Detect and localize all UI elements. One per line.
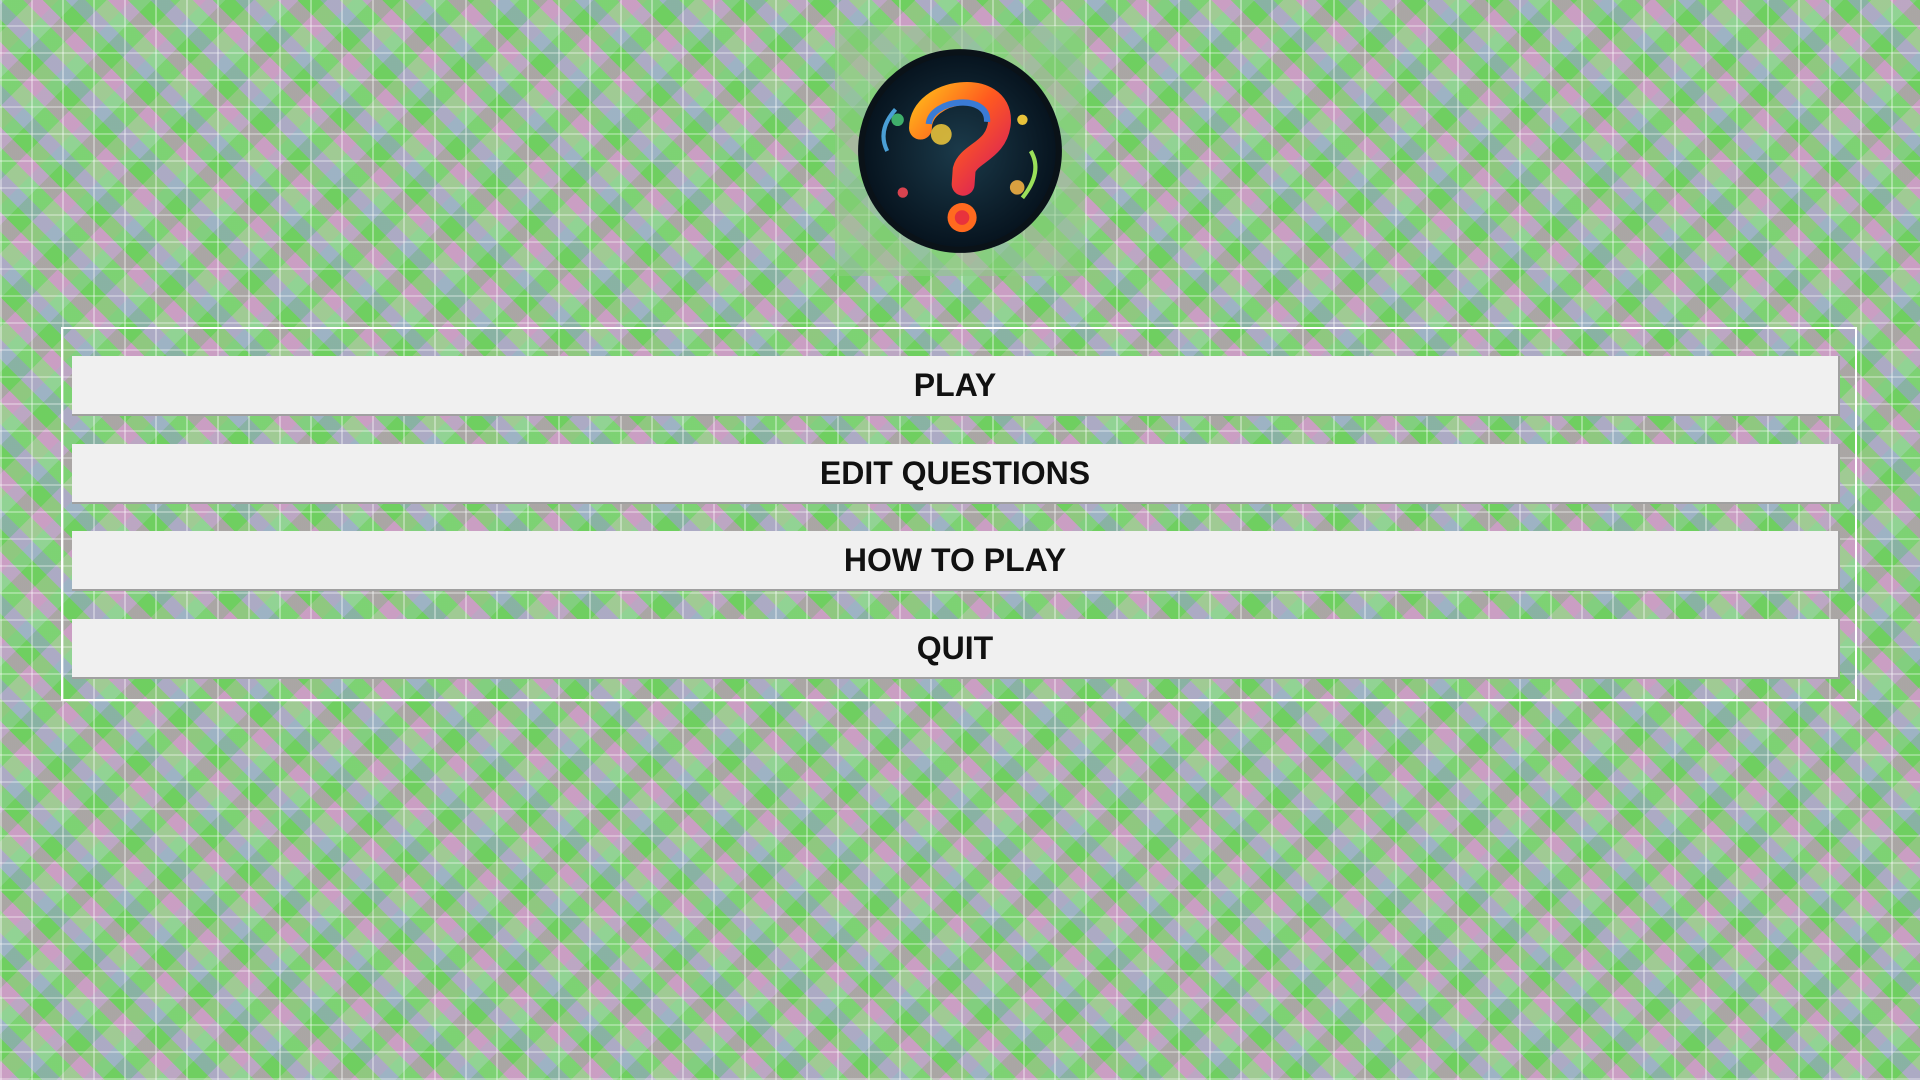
logo-frame (835, 26, 1085, 276)
how-to-play-button[interactable]: HOW TO PLAY (72, 531, 1840, 591)
quit-button[interactable]: QUIT (72, 619, 1840, 679)
edit-questions-button[interactable]: EDIT QUESTIONS (72, 444, 1840, 504)
play-button[interactable]: PLAY (72, 356, 1840, 416)
how-to-play-button-label: HOW TO PLAY (843, 541, 1067, 578)
main-menu-panel: PLAY EDIT QUESTIONS HOW TO PLAY QUIT (61, 327, 1857, 701)
question-mark-logo-icon (858, 49, 1062, 253)
play-button-label: PLAY (913, 366, 997, 403)
quit-button-label: QUIT (916, 629, 994, 666)
edit-questions-button-label: EDIT QUESTIONS (819, 454, 1091, 491)
